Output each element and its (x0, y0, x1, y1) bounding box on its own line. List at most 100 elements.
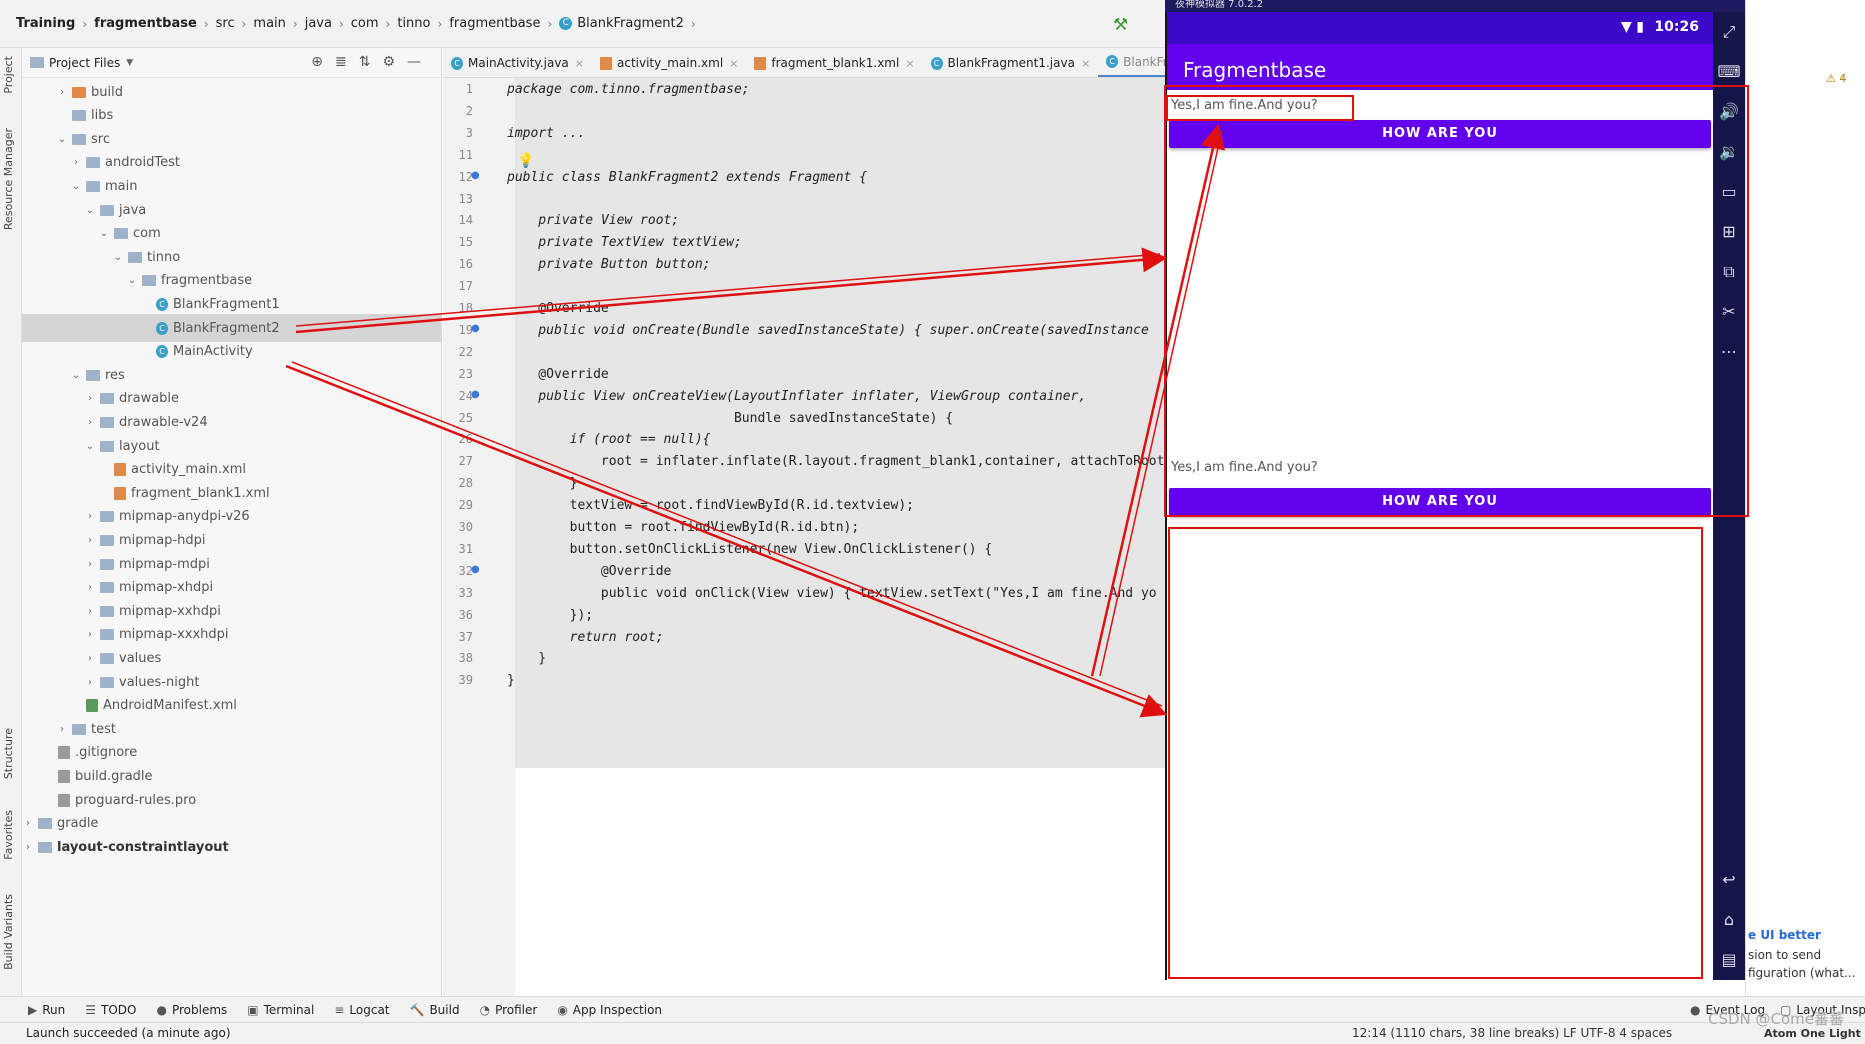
keyboard-icon[interactable]: ⌨ (1713, 52, 1745, 92)
project-tool-tab[interactable]: Project (2, 56, 15, 94)
crumb-module[interactable]: fragmentbase (94, 16, 197, 31)
tool-window-button[interactable]: ▶ Run (28, 1003, 65, 1017)
volume-up-icon[interactable]: 🔊 (1713, 92, 1745, 132)
editor-tab[interactable]: activity_main.xml × (592, 48, 746, 77)
editor-tab[interactable]: C BlankFragment1.java × (923, 48, 1099, 77)
emulator-title: 夜神模拟器 7.0.2.2 (1165, 0, 1745, 12)
folder-icon (100, 676, 114, 688)
chevron-icon[interactable]: ⌄ (56, 134, 68, 145)
editor-tab[interactable]: fragment_blank1.xml × (746, 48, 922, 77)
chevron-icon[interactable]: › (22, 842, 34, 853)
chevron-icon[interactable]: › (84, 511, 96, 522)
crumb-src[interactable]: src (216, 16, 235, 31)
close-icon[interactable]: × (1081, 57, 1090, 70)
hint-title[interactable]: e UI better (1748, 928, 1821, 942)
chevron-icon[interactable]: › (56, 87, 68, 98)
fragment1-textview: Yes,I am fine.And you? (1171, 98, 1318, 113)
override-marker-icon[interactable]: ● (471, 564, 480, 575)
fragment1-how-are-you-button[interactable]: HOW ARE YOU (1169, 120, 1711, 148)
crumb-main[interactable]: main (253, 16, 285, 31)
chevron-icon[interactable]: › (84, 417, 96, 428)
close-icon[interactable]: × (729, 57, 738, 70)
wifi-icon: ▼ (1621, 19, 1632, 35)
chevron-icon[interactable]: ⌄ (70, 370, 82, 381)
chevron-icon[interactable]: › (22, 818, 34, 829)
chevron-icon[interactable]: › (84, 606, 96, 617)
tool-window-button[interactable]: ◉ App Inspection (557, 1003, 662, 1017)
code-editor[interactable]: 1 2 3 11 12 13 14 15 16 17 18 19 22 23 24 25 26 27 28 29 30 3… (443, 78, 1175, 996)
line-number: 16 (458, 257, 473, 272)
chevron-icon[interactable]: › (84, 582, 96, 593)
chevron-icon[interactable]: ⌄ (98, 228, 110, 239)
chevron-icon[interactable]: ⌄ (112, 252, 124, 263)
implement-marker-icon[interactable]: ● (471, 170, 480, 181)
chevron-icon[interactable]: › (84, 535, 96, 546)
chevron-icon[interactable]: ⌄ (126, 275, 138, 286)
override-marker-icon[interactable]: ● (471, 389, 480, 400)
structure-tab[interactable]: Structure (2, 728, 15, 779)
folder-icon (72, 723, 86, 735)
install-apk-icon[interactable]: ⊞ (1713, 212, 1745, 252)
chevron-icon[interactable]: ⌄ (84, 205, 96, 216)
editor-tab[interactable]: C MainActivity.java × (443, 48, 592, 77)
tool-window-button[interactable]: ◔ Profiler (480, 1003, 538, 1017)
lightbulb-icon[interactable]: 💡 (517, 153, 534, 169)
tool-window-button[interactable]: ≡ Logcat (334, 1003, 389, 1017)
crumb-project[interactable]: Training (16, 16, 75, 31)
folder-icon (100, 652, 114, 664)
crumb-package[interactable]: fragmentbase (449, 16, 540, 31)
close-icon[interactable]: × (905, 57, 914, 70)
volume-down-icon[interactable]: 🔉 (1713, 132, 1745, 172)
panel-toolbar-icons[interactable]: ⊕≣⇅⚙— (311, 54, 433, 70)
code-line: }); (507, 607, 594, 623)
line-number: 30 (458, 520, 473, 534)
warning-count[interactable]: ⚠ 4 (1826, 72, 1846, 85)
tool-window-button[interactable]: ● Problems (156, 1003, 227, 1017)
chevron-icon[interactable]: › (84, 677, 96, 688)
tree-item-label: drawable-v24 (119, 414, 208, 430)
tool-window-button[interactable]: ☰ TODO (85, 1003, 136, 1017)
scissors-icon[interactable]: ✂ (1713, 292, 1745, 332)
recents-icon[interactable]: ▤ (1713, 940, 1745, 980)
tree-item[interactable]: › layout-constraintlayout (22, 833, 441, 861)
chevron-icon[interactable]: › (84, 653, 96, 664)
crumb-tinno[interactable]: tinno (397, 16, 430, 31)
fullscreen-icon[interactable]: ⤢ (1713, 12, 1745, 52)
editor-tab[interactable]: CBlankFragm (1098, 48, 1175, 77)
crumb-com[interactable]: com (351, 16, 379, 31)
resource-manager-tab[interactable]: Resource Manager (2, 128, 15, 230)
theme-name[interactable]: Atom One Light (Ma (1764, 1023, 1865, 1044)
tool-window-button[interactable]: 🔨 Build (410, 1003, 460, 1017)
tool-window-label: App Inspection (572, 1002, 663, 1017)
project-view-selector[interactable]: Project Files (49, 56, 120, 70)
screen-icon[interactable]: ▭ (1713, 172, 1745, 212)
fragment2-how-are-you-button[interactable]: HOW ARE YOU (1169, 488, 1711, 516)
line-number: 36 (458, 607, 473, 622)
override-marker-icon[interactable]: ● (471, 323, 480, 334)
chevron-icon[interactable]: › (84, 559, 96, 570)
chevron-icon[interactable]: › (84, 393, 96, 404)
code-line: if (root == null){ (507, 432, 711, 448)
more-icon[interactable]: ⋯ (1713, 332, 1745, 372)
chevron-icon[interactable]: › (70, 157, 82, 168)
breadcrumb: Training › fragmentbase › src › main › java ›… (0, 0, 1175, 48)
code-line: } (507, 476, 578, 492)
folder-icon (72, 86, 86, 98)
back-icon[interactable]: ↩ (1713, 860, 1745, 900)
chevron-icon[interactable]: ⌄ (70, 181, 82, 192)
crumb-class[interactable]: C BlankFragment2 (559, 16, 684, 31)
crumb-java[interactable]: java (305, 16, 332, 31)
chevron-icon[interactable]: › (84, 629, 96, 640)
code-line: @Override (507, 366, 609, 382)
tool-window-button[interactable]: ▣ Terminal (247, 1003, 314, 1017)
chevron-down-icon[interactable]: ▼ (126, 58, 133, 68)
chevron-icon[interactable]: ⌄ (84, 441, 96, 452)
folder-icon (30, 57, 44, 68)
build-variants-tab[interactable]: Build Variants (2, 894, 15, 970)
favorites-tab[interactable]: Favorites (2, 810, 15, 860)
close-icon[interactable]: × (575, 57, 584, 70)
home-icon[interactable]: ⌂ (1713, 900, 1745, 940)
chevron-icon[interactable]: › (56, 724, 68, 735)
build-hammer-icon[interactable]: ⚒ (1113, 15, 1128, 35)
multi-window-icon[interactable]: ⧉ (1713, 252, 1745, 292)
